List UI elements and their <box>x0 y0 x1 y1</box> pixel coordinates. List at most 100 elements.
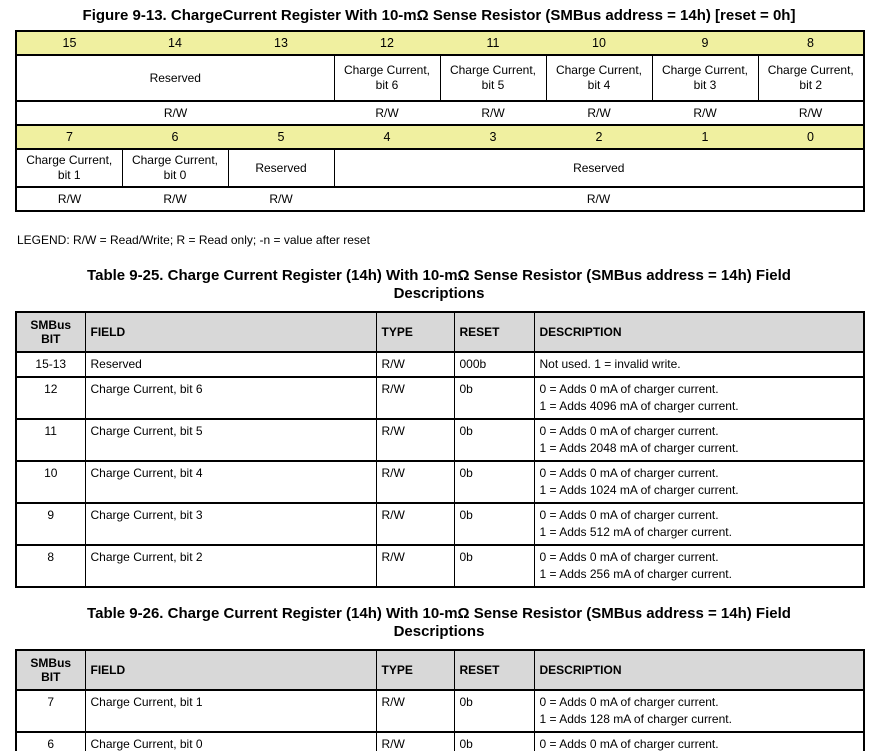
register-fields-row-low: Charge Current, bit 1 Charge Current, bi… <box>16 149 864 187</box>
register-bit-number: 6 <box>122 125 228 149</box>
register-fields-row-high: Reserved Charge Current, bit 6 Charge Cu… <box>16 55 864 101</box>
cell-bit: 8 <box>16 545 85 587</box>
table-9-25-title: Table 9-25. Charge Current Register (14h… <box>29 267 849 303</box>
cell-field: Charge Current, bit 3 <box>85 503 376 545</box>
register-access-cell: R/W <box>334 187 864 211</box>
table-row: 15-13 Reserved R/W 000b Not used. 1 = in… <box>16 352 864 377</box>
register-access-cell: R/W <box>16 187 122 211</box>
cell-field: Charge Current, bit 4 <box>85 461 376 503</box>
table-9-26-title: Table 9-26. Charge Current Register (14h… <box>29 605 849 641</box>
register-bits-row-low: 7 6 5 4 3 2 1 0 <box>16 125 864 149</box>
cell-bit: 12 <box>16 377 85 419</box>
cell-bit: 10 <box>16 461 85 503</box>
table-row: 7 Charge Current, bit 1 R/W 0b 0 = Adds … <box>16 690 864 732</box>
cell-type: R/W <box>376 352 454 377</box>
cell-type: R/W <box>376 732 454 751</box>
header-description: DESCRIPTION <box>534 650 864 690</box>
register-access-cell: R/W <box>758 101 864 125</box>
header-smbus-bit: SMBus BIT <box>16 650 85 690</box>
header-description: DESCRIPTION <box>534 312 864 352</box>
cell-description: 0 = Adds 0 mA of charger current. 1 = Ad… <box>534 732 864 751</box>
cell-bit: 11 <box>16 419 85 461</box>
cell-field: Charge Current, bit 1 <box>85 690 376 732</box>
header-field: FIELD <box>85 650 376 690</box>
header-type: TYPE <box>376 312 454 352</box>
register-field-cell: Reserved <box>228 149 334 187</box>
cell-reset: 0b <box>454 690 534 732</box>
table-header-row: SMBus BIT FIELD TYPE RESET DESCRIPTION <box>16 650 864 690</box>
register-bit-number: 10 <box>546 31 652 55</box>
table-header-row: SMBus BIT FIELD TYPE RESET DESCRIPTION <box>16 312 864 352</box>
table-row: 11 Charge Current, bit 5 R/W 0b 0 = Adds… <box>16 419 864 461</box>
register-bit-number: 11 <box>440 31 546 55</box>
register-bit-number: 7 <box>16 125 122 149</box>
register-bit-number: 0 <box>758 125 864 149</box>
page-content: Figure 9-13. ChargeCurrent Register With… <box>15 6 863 751</box>
register-bit-number: 1 <box>652 125 758 149</box>
register-bit-number: 5 <box>228 125 334 149</box>
register-bit-layout-table: 15 14 13 12 11 10 9 8 Reserved Charge Cu… <box>15 30 865 212</box>
register-field-cell: Charge Current, bit 3 <box>652 55 758 101</box>
table-row: 8 Charge Current, bit 2 R/W 0b 0 = Adds … <box>16 545 864 587</box>
register-access-cell: R/W <box>440 101 546 125</box>
cell-description: 0 = Adds 0 mA of charger current. 1 = Ad… <box>534 545 864 587</box>
cell-reset: 0b <box>454 377 534 419</box>
cell-reset: 0b <box>454 461 534 503</box>
register-access-cell: R/W <box>546 101 652 125</box>
figure-title: Figure 9-13. ChargeCurrent Register With… <box>15 6 863 25</box>
field-descriptions-table-9-26: SMBus BIT FIELD TYPE RESET DESCRIPTION 7… <box>15 649 865 751</box>
table-row: 6 Charge Current, bit 0 R/W 0b 0 = Adds … <box>16 732 864 751</box>
cell-field: Charge Current, bit 5 <box>85 419 376 461</box>
cell-description: 0 = Adds 0 mA of charger current. 1 = Ad… <box>534 377 864 419</box>
cell-type: R/W <box>376 377 454 419</box>
header-reset: RESET <box>454 650 534 690</box>
register-bit-number: 12 <box>334 31 440 55</box>
cell-type: R/W <box>376 419 454 461</box>
register-field-cell: Charge Current, bit 5 <box>440 55 546 101</box>
register-field-cell: Charge Current, bit 2 <box>758 55 864 101</box>
register-bits-row-high: 15 14 13 12 11 10 9 8 <box>16 31 864 55</box>
table-row: 10 Charge Current, bit 4 R/W 0b 0 = Adds… <box>16 461 864 503</box>
register-access-cell: R/W <box>334 101 440 125</box>
register-bit-number: 9 <box>652 31 758 55</box>
register-bit-number: 14 <box>122 31 228 55</box>
header-smbus-bit: SMBus BIT <box>16 312 85 352</box>
cell-description: 0 = Adds 0 mA of charger current. 1 = Ad… <box>534 690 864 732</box>
cell-reset: 0b <box>454 419 534 461</box>
register-bit-number: 15 <box>16 31 122 55</box>
cell-reset: 0b <box>454 732 534 751</box>
cell-field: Charge Current, bit 6 <box>85 377 376 419</box>
cell-reset: 000b <box>454 352 534 377</box>
register-access-cell: R/W <box>652 101 758 125</box>
cell-reset: 0b <box>454 503 534 545</box>
header-reset: RESET <box>454 312 534 352</box>
cell-description: 0 = Adds 0 mA of charger current. 1 = Ad… <box>534 419 864 461</box>
field-descriptions-table-9-25: SMBus BIT FIELD TYPE RESET DESCRIPTION 1… <box>15 311 865 588</box>
cell-field: Reserved <box>85 352 376 377</box>
register-field-cell: Charge Current, bit 6 <box>334 55 440 101</box>
cell-bit: 7 <box>16 690 85 732</box>
cell-reset: 0b <box>454 545 534 587</box>
datasheet-page: Figure 9-13. ChargeCurrent Register With… <box>0 0 890 751</box>
register-legend: LEGEND: R/W = Read/Write; R = Read only;… <box>17 233 863 247</box>
register-bit-number: 4 <box>334 125 440 149</box>
register-field-cell: Reserved <box>334 149 864 187</box>
register-field-cell: Charge Current, bit 4 <box>546 55 652 101</box>
register-bit-number: 3 <box>440 125 546 149</box>
cell-description: Not used. 1 = invalid write. <box>534 352 864 377</box>
register-bit-number: 2 <box>546 125 652 149</box>
header-type: TYPE <box>376 650 454 690</box>
register-field-cell: Charge Current, bit 1 <box>16 149 122 187</box>
cell-bit: 6 <box>16 732 85 751</box>
cell-description: 0 = Adds 0 mA of charger current. 1 = Ad… <box>534 503 864 545</box>
register-access-cell: R/W <box>16 101 334 125</box>
register-field-cell: Reserved <box>16 55 334 101</box>
register-access-row-low: R/W R/W R/W R/W <box>16 187 864 211</box>
cell-field: Charge Current, bit 0 <box>85 732 376 751</box>
table-row: 9 Charge Current, bit 3 R/W 0b 0 = Adds … <box>16 503 864 545</box>
register-bit-number: 13 <box>228 31 334 55</box>
cell-bit: 9 <box>16 503 85 545</box>
register-field-cell: Charge Current, bit 0 <box>122 149 228 187</box>
cell-type: R/W <box>376 461 454 503</box>
cell-type: R/W <box>376 690 454 732</box>
